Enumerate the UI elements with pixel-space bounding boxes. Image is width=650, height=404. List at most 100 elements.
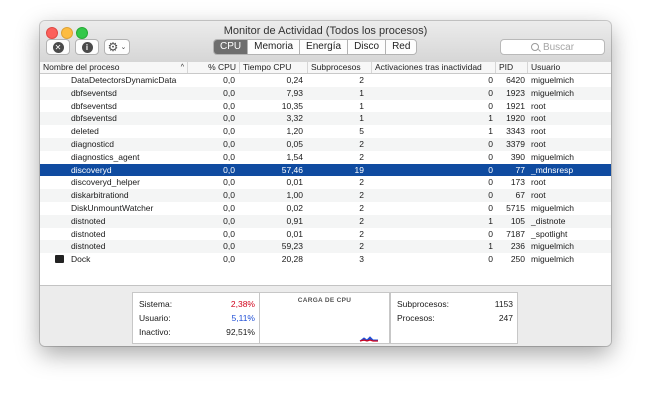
cell-wakeups: 1 <box>488 215 493 226</box>
cell-name: diskarbitrationd <box>71 190 129 201</box>
table-row[interactable]: diagnostics_agent 0,0 1,54 2 0 390 miguelmich <box>40 151 611 164</box>
cell-pid: 1921 <box>506 100 525 111</box>
cell-threads: 2 <box>359 151 364 162</box>
cell-name: diagnosticd <box>71 138 115 149</box>
table-row[interactable]: distnoted 0,0 59,23 2 1 236 miguelmich <box>40 240 611 254</box>
inspect-process-button[interactable]: i <box>75 39 99 55</box>
table-row[interactable]: dbfseventsd 0,0 3,32 1 1 1920 root <box>40 112 611 126</box>
cell-wakeups: 0 <box>488 87 493 98</box>
cell-cpu: 0,0 <box>223 228 235 239</box>
cpu-usage-panel: Sistema: 2,38% Usuario: 5,11% Inactivo: … <box>132 292 260 344</box>
cell-pid: 5715 <box>506 202 525 213</box>
cell-threads: 3 <box>359 254 364 265</box>
cell-cpu: 0,0 <box>223 126 235 137</box>
cell-wakeups: 0 <box>488 254 493 265</box>
cell-name: deleted <box>71 126 99 137</box>
cell-pid: 1920 <box>506 113 525 124</box>
tab-cpu[interactable]: CPU <box>214 40 248 54</box>
cpu-load-graph: CARGA DE CPU <box>259 292 390 344</box>
cell-user: root <box>531 126 546 137</box>
column-header-name[interactable]: Nombre del proceso ^ <box>40 62 188 73</box>
cell-cpu-time: 1,54 <box>286 151 303 162</box>
cell-user: _spotlight <box>531 228 568 239</box>
cell-cpu-time: 0,91 <box>286 215 303 226</box>
column-header-threads[interactable]: Subprocesos <box>308 62 372 73</box>
table-row[interactable]: diskarbitrationd 0,0 1,00 2 0 67 root <box>40 189 611 202</box>
cell-pid: 173 <box>510 177 525 188</box>
cell-cpu: 0,0 <box>223 202 235 213</box>
column-header-wakeups[interactable]: Activaciones tras inactividad <box>372 62 496 73</box>
stat-processes: Procesos: 247 <box>397 312 513 324</box>
table-row[interactable]: discoveryd 0,0 57,46 19 0 77 _mdnsresp <box>40 163 611 177</box>
cell-threads: 2 <box>359 75 364 85</box>
cell-name: distnoted <box>71 241 106 252</box>
table-row[interactable]: dbfseventsd 0,0 7,93 1 0 1923 miguelmich <box>40 86 611 100</box>
table-row[interactable]: deleted 0,0 1,20 5 1 3343 root <box>40 125 611 138</box>
tab-energy[interactable]: Energía <box>299 40 348 54</box>
cell-pid: 105 <box>510 215 525 226</box>
cell-name: dbfseventsd <box>71 87 117 98</box>
table-row[interactable]: distnoted 0,0 0,91 2 1 105 _distnote <box>40 214 611 228</box>
cell-pid: 67 <box>515 190 525 201</box>
column-header-cpu-time[interactable]: Tiempo CPU <box>240 62 308 73</box>
stat-label: Procesos: <box>397 313 435 323</box>
tab-network[interactable]: Red <box>385 40 417 54</box>
table-row[interactable]: dbfseventsd 0,0 10,35 1 0 1921 root <box>40 100 611 113</box>
cell-threads: 1 <box>359 100 364 111</box>
cell-cpu-time: 7,93 <box>286 87 303 98</box>
cell-name: dbfseventsd <box>71 100 117 111</box>
cell-user: root <box>531 138 546 149</box>
cell-cpu: 0,0 <box>223 164 235 175</box>
stat-value: 5,11% <box>231 313 255 323</box>
table-row[interactable]: diagnosticd 0,0 0,05 2 0 3379 root <box>40 137 611 151</box>
stat-label: Usuario: <box>139 313 171 323</box>
search-input[interactable]: Buscar <box>500 39 605 55</box>
column-header-pid[interactable]: PID <box>496 62 528 73</box>
tab-memory[interactable]: Memoria <box>247 40 300 54</box>
cell-cpu: 0,0 <box>223 138 235 149</box>
cell-cpu: 0,0 <box>223 75 235 85</box>
stat-user: Usuario: 5,11% <box>139 312 255 324</box>
cell-name: distnoted <box>71 215 106 226</box>
cell-threads: 19 <box>354 164 364 175</box>
cell-cpu-time: 0,05 <box>286 138 303 149</box>
cell-threads: 2 <box>359 138 364 149</box>
cell-cpu: 0,0 <box>223 100 235 111</box>
cell-wakeups: 0 <box>488 202 493 213</box>
stat-value: 247 <box>498 313 513 323</box>
cell-threads: 2 <box>359 215 364 226</box>
table-row[interactable]: DiskUnmountWatcher 0,0 0,02 2 0 5715 miguelmic… <box>40 202 611 215</box>
tab-disk[interactable]: Disco <box>347 40 386 54</box>
quit-process-button[interactable]: ✕ <box>46 39 70 55</box>
column-header-cpu[interactable]: % CPU <box>188 62 240 73</box>
stat-label: Inactivo: <box>139 327 171 337</box>
cell-wakeups: 0 <box>488 190 493 201</box>
cell-wakeups: 0 <box>488 100 493 111</box>
search-placeholder: Buscar <box>542 41 575 53</box>
activity-monitor-window: Monitor de Actividad (Todos los procesos… <box>40 21 611 346</box>
action-menu-button[interactable]: ⚙ ⌄ <box>104 39 130 55</box>
cell-user: root <box>531 113 546 124</box>
cell-threads: 1 <box>359 87 364 98</box>
stop-icon: ✕ <box>52 41 64 53</box>
cell-name: discoveryd <box>71 164 112 175</box>
table-row[interactable]: distnoted 0,0 0,01 2 0 7187 _spotlight <box>40 228 611 241</box>
process-count-panel: Subprocesos: 1153 Procesos: 247 <box>390 292 518 344</box>
cell-wakeups: 1 <box>488 126 493 137</box>
column-header-user[interactable]: Usuario <box>528 62 611 73</box>
cell-cpu-time: 57,46 <box>281 164 303 175</box>
sort-ascending-icon: ^ <box>180 64 184 71</box>
cell-threads: 2 <box>359 202 364 213</box>
table-row[interactable]: discoveryd_helper 0,0 0,01 2 0 173 root <box>40 176 611 189</box>
cell-wakeups: 0 <box>488 177 493 188</box>
cell-user: miguelmich <box>531 87 574 98</box>
table-row[interactable]: DataDetectorsDynamicData 0,0 0,24 2 0 6420 mig… <box>40 74 611 87</box>
window-title: Monitor de Actividad (Todos los procesos… <box>223 25 428 37</box>
cell-name: DiskUnmountWatcher <box>71 202 154 213</box>
cell-threads: 2 <box>359 241 364 252</box>
cell-threads: 1 <box>359 113 364 124</box>
cell-name: distnoted <box>71 228 106 239</box>
table-row[interactable]: Dock 0,0 20,28 3 0 250 miguelmich <box>40 253 611 266</box>
cell-wakeups: 1 <box>488 113 493 124</box>
cpu-summary: Sistema: 2,38% Usuario: 5,11% Inactivo: … <box>40 285 611 346</box>
